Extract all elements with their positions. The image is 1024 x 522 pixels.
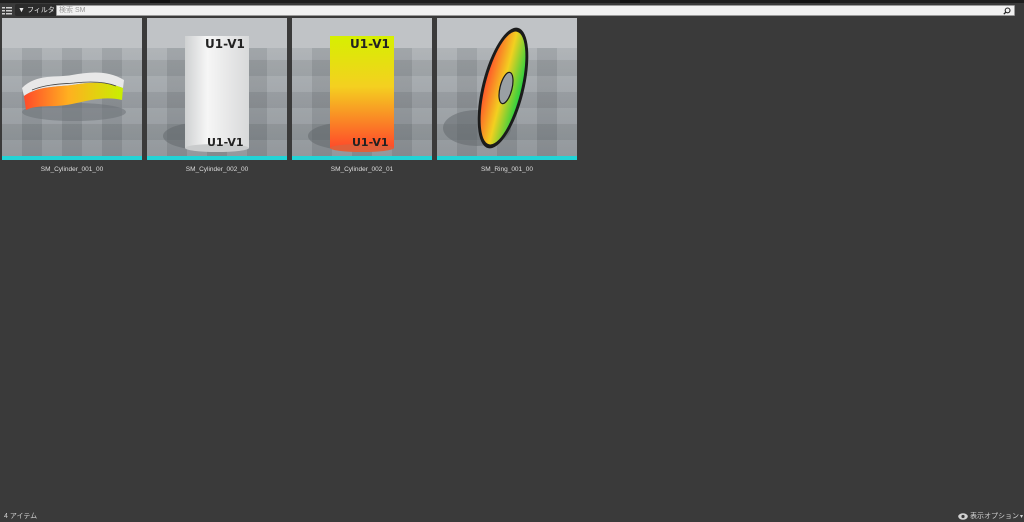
thumb-text: U1-V1: [205, 37, 245, 51]
asset-tile[interactable]: SM_Cylinder_001_00: [2, 18, 142, 173]
thumb-text: U1-V1: [207, 136, 244, 149]
filter-button-label: フィルタ: [26, 7, 55, 14]
thumb-text: U1-V1: [352, 136, 389, 149]
asset-type-bar: [147, 156, 287, 160]
asset-name: SM_Cylinder_002_01: [330, 166, 394, 173]
view-options-label: 表示オプション: [969, 513, 1019, 520]
wavy-ring-preview: [22, 72, 126, 121]
asset-name: SM_Cylinder_001_00: [40, 166, 104, 173]
asset-name: SM_Ring_001_00: [480, 166, 534, 173]
content-browser-toolbar: ▼ フィルタ ▾: [0, 3, 1024, 17]
sources-toggle-icon[interactable]: [1, 4, 13, 16]
asset-tile[interactable]: U1-V1 U1-V1 SM_Cylinder_002_01: [292, 18, 432, 173]
asset-type-bar: [292, 156, 432, 160]
asset-thumbnail: [2, 18, 142, 156]
asset-thumbnail: U1-V1 U1-V1: [147, 18, 287, 156]
asset-tile[interactable]: U1-V1 U1-V1 SM_Cylinder_002_00: [147, 18, 287, 173]
asset-thumbnail: [437, 18, 577, 156]
search-box: [56, 5, 1015, 16]
eye-icon: [958, 512, 968, 520]
search-icon[interactable]: [1002, 6, 1012, 15]
asset-type-bar: [2, 156, 142, 160]
ring-preview: [443, 27, 529, 149]
view-options-button[interactable]: 表示オプション ▾: [958, 511, 1023, 521]
asset-thumbnail: U1-V1 U1-V1: [292, 18, 432, 156]
funnel-icon: ▼: [18, 6, 25, 14]
gradient-cylinder-preview: U1-V1 U1-V1: [308, 36, 394, 152]
white-cylinder-preview: U1-V1 U1-V1: [163, 36, 249, 152]
asset-tile[interactable]: SM_Ring_001_00: [437, 18, 577, 173]
asset-name: SM_Cylinder_002_00: [185, 166, 249, 173]
search-input[interactable]: [57, 6, 997, 15]
item-count: 4 アイテム: [4, 513, 38, 520]
thumb-text: U1-V1: [350, 37, 390, 51]
asset-type-bar: [437, 156, 577, 160]
chevron-down-icon: ▾: [1019, 513, 1023, 520]
